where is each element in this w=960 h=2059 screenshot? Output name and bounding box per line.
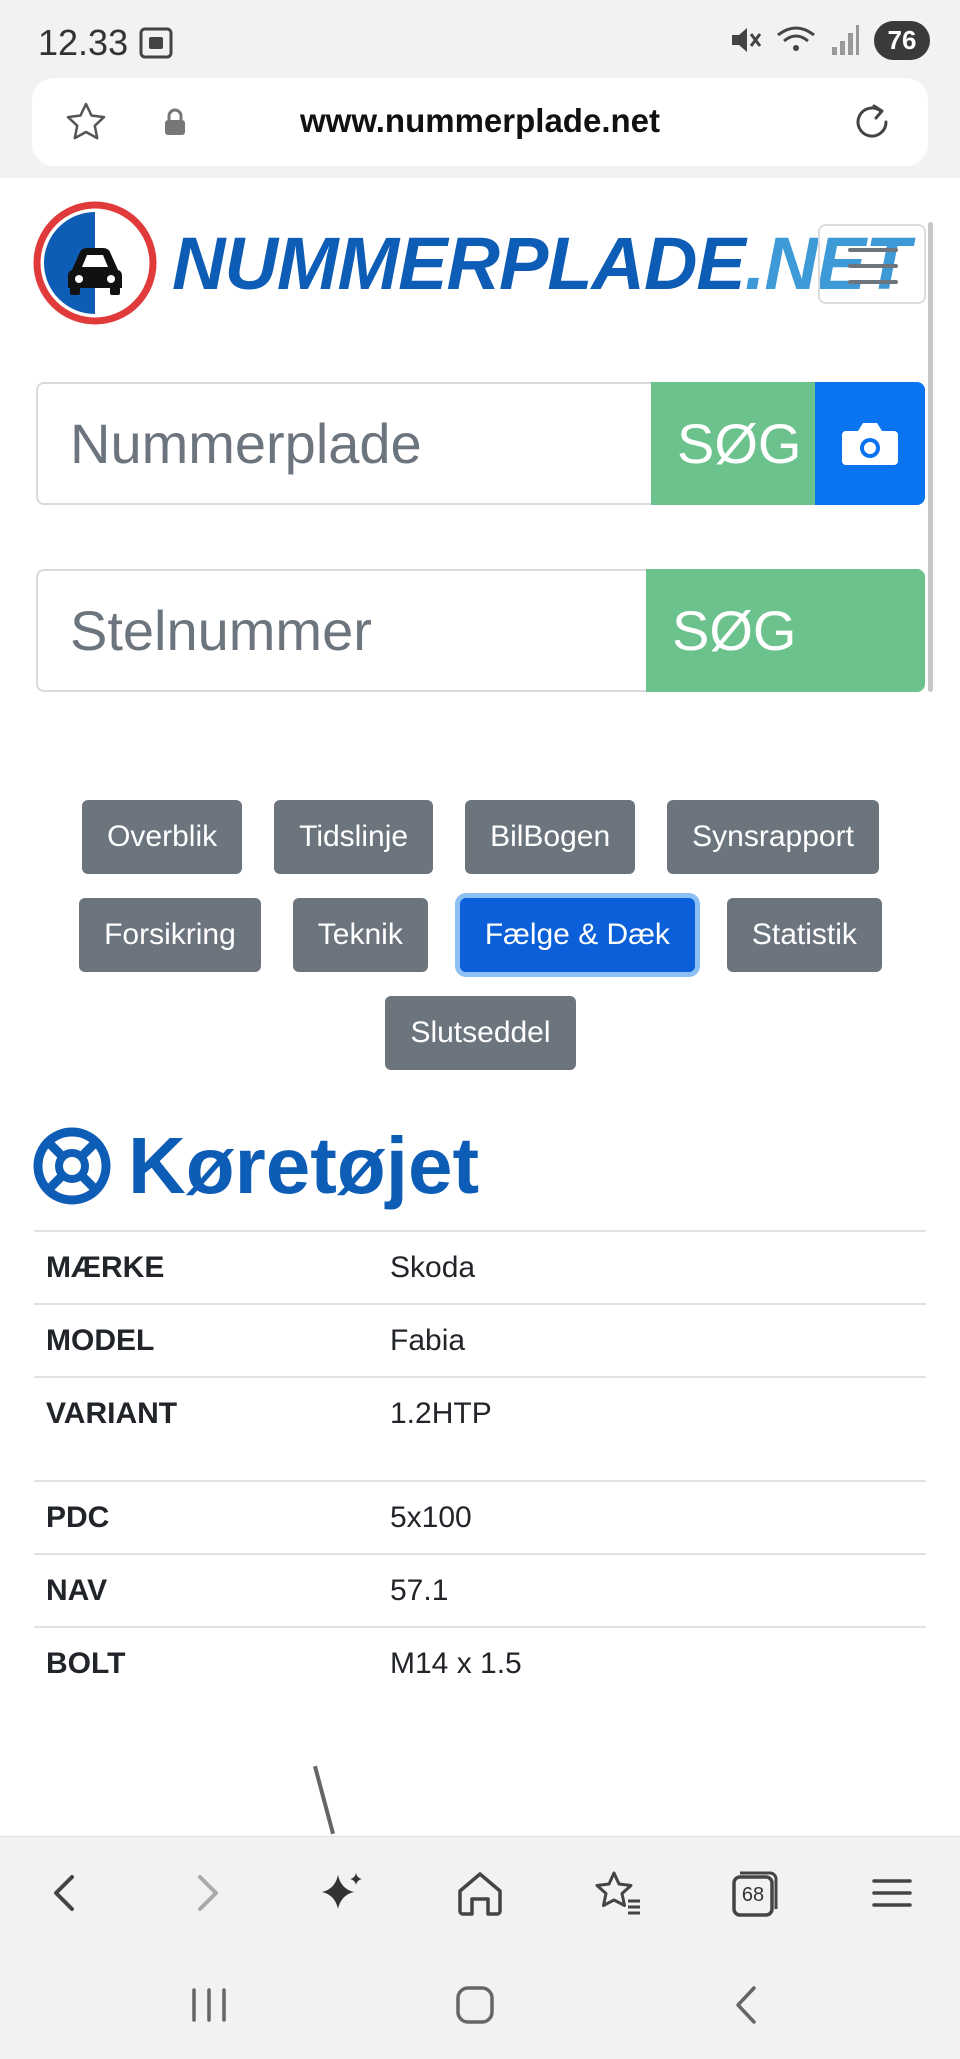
menu-toggle-button[interactable] [818, 224, 926, 304]
status-bar: 12.33 76 [0, 0, 960, 78]
site-name: NUMMERPLADE.NET [172, 221, 910, 306]
hamburger-line [848, 264, 898, 268]
menu-icon[interactable] [864, 1865, 920, 1921]
spec-key: VARIANT [46, 1396, 178, 1430]
browser-bottom-bar: 68 [0, 1836, 960, 1948]
browser-toolbar: www.nummerplade.net [0, 78, 960, 178]
spec-key: MODEL [46, 1323, 155, 1357]
table-row: MODEL Fabia [34, 1303, 926, 1376]
spec-value: 57.1 [390, 1573, 449, 1607]
table-row: NAV 57.1 [34, 1553, 926, 1626]
system-nav-bar [0, 1948, 960, 2059]
car-logo-icon [33, 201, 157, 325]
table-row: MÆRKE Skoda [34, 1230, 926, 1303]
spec-key: NAV [46, 1573, 108, 1607]
site-name-main: NUMMERPLADE [172, 221, 746, 305]
page-scrollbar[interactable] [928, 222, 933, 692]
vehicle-table: MÆRKE Skoda MODEL Fabia VARIANT 1.2HTP [34, 1230, 926, 1449]
vin-search-button[interactable]: SØG [646, 569, 925, 692]
home-button-icon[interactable] [450, 1980, 500, 2030]
plate-input[interactable]: Nummerplade [36, 382, 651, 505]
spec-key: PDC [46, 1500, 110, 1534]
tab-count: 68 [741, 1884, 765, 1906]
table-row: VARIANT 1.2HTP [34, 1376, 926, 1449]
tab-teknik[interactable]: Teknik [292, 898, 428, 972]
reload-icon[interactable] [848, 98, 896, 146]
spec-key: MÆRKE [46, 1250, 165, 1284]
battery-indicator: 76 [874, 20, 930, 60]
table-row: BOLT M14 x 1.5 [34, 1626, 926, 1699]
section-title: Køretøjet [128, 1121, 480, 1210]
spec-value: M14 x 1.5 [390, 1646, 522, 1680]
tab-bilbogen[interactable]: BilBogen [465, 800, 636, 874]
tab-faelge-daek[interactable]: Fælge & Dæk [459, 898, 695, 972]
hamburger-line [848, 280, 898, 284]
screenshot-icon [139, 27, 173, 59]
url-text: www.nummerplade.net [299, 102, 660, 139]
mute-icon [732, 28, 762, 52]
spec-value: 5x100 [390, 1500, 472, 1534]
vin-search-form: Stelnummer SØG [36, 569, 925, 692]
section-tabs: Overblik Tidslinje BilBogen Synsrapport … [36, 800, 925, 1094]
table-row: PDC 5x100 [34, 1480, 926, 1553]
bookmarks-icon[interactable] [590, 1865, 646, 1921]
home-icon[interactable] [452, 1865, 508, 1921]
tab-tidslinje[interactable]: Tidslinje [274, 800, 434, 874]
back-icon[interactable] [38, 1865, 94, 1921]
wheel-table: PDC 5x100 NAV 57.1 BOLT M14 x 1.5 [34, 1480, 926, 1699]
spec-value: Fabia [390, 1323, 466, 1357]
sparkle-assistant-icon[interactable] [314, 1865, 370, 1921]
section-heading: Køretøjet [32, 1118, 479, 1214]
partial-image-line [313, 1765, 335, 1835]
spec-value: 1.2HTP [390, 1396, 492, 1430]
plate-search-button[interactable]: SØG [651, 382, 815, 505]
camera-button[interactable] [815, 382, 925, 505]
plate-search-form: Nummerplade SØG [36, 382, 925, 505]
system-back-icon[interactable] [722, 1980, 772, 2030]
forward-icon[interactable] [178, 1865, 234, 1921]
address-bar[interactable]: www.nummerplade.net [32, 78, 928, 166]
tab-synsrapport[interactable]: Synsrapport [667, 800, 879, 874]
camera-icon [842, 422, 898, 465]
wifi-icon [777, 26, 815, 51]
tab-statistik[interactable]: Statistik [726, 898, 882, 972]
wheel-icon [33, 1127, 111, 1205]
spec-key: BOLT [46, 1646, 126, 1680]
status-time: 12.33 [38, 22, 129, 63]
tab-overblik[interactable]: Overblik [82, 800, 243, 874]
hamburger-line [848, 248, 898, 252]
recent-apps-icon[interactable] [184, 1980, 234, 2030]
signal-icon [832, 25, 859, 55]
tab-forsikring[interactable]: Forsikring [79, 898, 261, 972]
tabs-button[interactable]: 68 [726, 1865, 782, 1921]
spec-value: Skoda [390, 1250, 476, 1284]
tab-slutseddel[interactable]: Slutseddel [385, 996, 576, 1070]
site-logo[interactable]: NUMMERPLADE.NET [32, 200, 910, 326]
vin-input[interactable]: Stelnummer [36, 569, 646, 692]
